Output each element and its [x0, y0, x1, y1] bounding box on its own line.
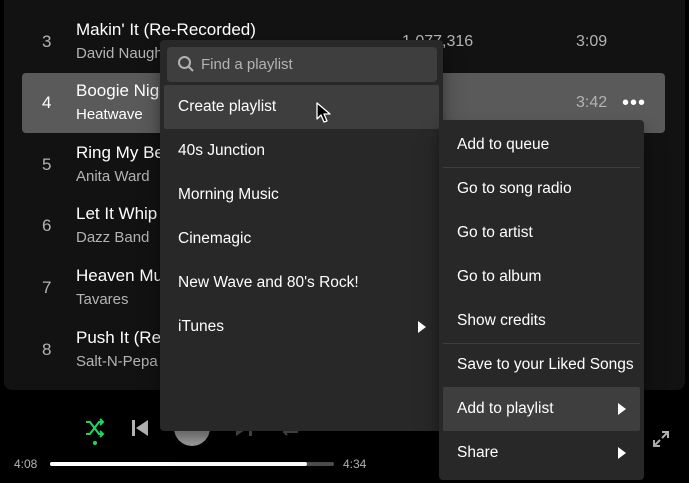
menu-item-label: New Wave and 80's Rock!: [178, 274, 359, 291]
playlist-search[interactable]: [167, 47, 437, 82]
track-artist[interactable]: Tavares: [76, 291, 129, 308]
search-icon: [177, 55, 195, 78]
menu-item-save-liked[interactable]: Save to your Liked Songs: [443, 343, 640, 387]
menu-item-label: Cinemagic: [178, 230, 252, 247]
menu-item-playlist[interactable]: 40s Junction: [164, 129, 439, 173]
menu-item-label: Go to artist: [457, 224, 533, 241]
track-artist[interactable]: Dazz Band: [76, 229, 149, 246]
track-artist[interactable]: David Naugh: [76, 45, 163, 62]
shuffle-icon[interactable]: [84, 417, 106, 444]
track-number: 4: [42, 93, 52, 112]
menu-item-create-playlist[interactable]: Create playlist: [164, 85, 439, 129]
playlist-submenu: Create playlist 40s Junction Morning Mus…: [160, 40, 443, 431]
track-number: 7: [42, 278, 52, 297]
fullscreen-icon[interactable]: [652, 430, 670, 453]
previous-icon[interactable]: [130, 418, 150, 443]
menu-item-go-to-artist[interactable]: Go to artist: [443, 211, 640, 255]
menu-item-label: Morning Music: [178, 186, 279, 203]
menu-item-label: Show credits: [457, 312, 546, 329]
shuffle-active-dot: [93, 441, 97, 445]
search-input[interactable]: [201, 47, 427, 82]
total-time: 4:34: [343, 457, 367, 471]
track-number: 5: [42, 155, 52, 174]
track-artist[interactable]: Salt-N-Pepa: [76, 353, 158, 370]
track-number: 8: [42, 340, 52, 359]
chevron-right-icon: [618, 447, 626, 459]
menu-item-label: Share: [457, 444, 499, 461]
track-title[interactable]: Heaven Mu: [76, 266, 163, 286]
menu-item-show-credits[interactable]: Show credits: [443, 299, 640, 343]
menu-item-label: Save to your Liked Songs: [457, 356, 634, 373]
track-title[interactable]: Boogie Nig: [76, 81, 159, 101]
menu-item-label: Add to playlist: [457, 400, 554, 417]
track-duration: 3:09: [576, 33, 608, 50]
menu-item-folder[interactable]: iTunes: [164, 305, 439, 349]
menu-item-add-to-playlist[interactable]: Add to playlist: [443, 387, 640, 431]
menu-item-label: Go to album: [457, 268, 542, 285]
menu-item-playlist[interactable]: Morning Music: [164, 173, 439, 217]
menu-item-share[interactable]: Share: [443, 431, 640, 475]
track-number: 3: [42, 32, 52, 51]
progress-bar[interactable]: [50, 462, 334, 466]
menu-item-label: Create playlist: [178, 98, 277, 115]
menu-item-go-to-album[interactable]: Go to album: [443, 255, 640, 299]
menu-item-playlist[interactable]: New Wave and 80's Rock!: [164, 261, 439, 305]
menu-item-label: 40s Junction: [178, 142, 266, 159]
chevron-right-icon: [618, 403, 626, 415]
menu-item-label: Go to song radio: [457, 180, 572, 197]
progress-fill: [50, 462, 308, 466]
menu-item-add-to-queue[interactable]: Add to queue: [443, 123, 640, 167]
track-artist[interactable]: Anita Ward: [76, 168, 150, 185]
menu-item-song-radio[interactable]: Go to song radio: [443, 167, 640, 211]
track-title[interactable]: Push It (Re: [76, 328, 161, 348]
track-title[interactable]: Makin' It (Re-Recorded): [76, 20, 256, 40]
track-context-menu: Add to queue Go to song radio Go to arti…: [439, 120, 644, 480]
menu-item-playlist[interactable]: Cinemagic: [164, 217, 439, 261]
track-title[interactable]: Ring My Be: [76, 143, 164, 163]
elapsed-time: 4:08: [14, 457, 38, 471]
menu-item-label: Add to queue: [457, 136, 550, 153]
track-artist[interactable]: Heatwave: [76, 106, 143, 123]
track-title[interactable]: Let It Whip: [76, 204, 157, 224]
menu-item-label: iTunes: [178, 318, 224, 335]
cursor-icon: [316, 102, 332, 129]
chevron-right-icon: [418, 321, 426, 333]
track-number: 6: [42, 216, 52, 235]
